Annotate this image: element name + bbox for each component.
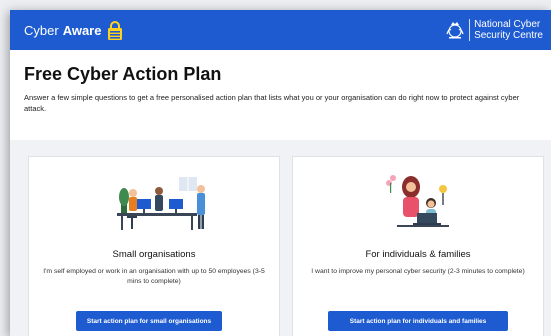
card-individuals-families: For individuals & families I want to imp…: [292, 156, 544, 336]
royal-crest-icon: [446, 22, 464, 39]
card-description: I'm self employed or work in an organisa…: [43, 268, 265, 285]
ncsc-logo[interactable]: National Cyber Security Centre: [445, 19, 543, 41]
office-team-illustration: [117, 177, 205, 230]
page-title: Free Cyber Action Plan: [24, 64, 222, 84]
card-small-organisations: Small organisations I'm self employed or…: [28, 156, 280, 336]
card-description: I want to improve my personal cyber secu…: [311, 268, 525, 275]
family-illustration: [386, 175, 449, 227]
ncsc-line1: National Cyber: [474, 19, 541, 30]
start-small-organisations-button[interactable]: Start action plan for small organisation…: [76, 311, 222, 331]
intro-section: Free Cyber Action Plan Answer a few simp…: [10, 50, 551, 114]
cyber-aware-logo[interactable]: Cyber Aware: [24, 20, 123, 40]
top-bar: Cyber Aware National Cyber Security Cent…: [10, 10, 551, 50]
brand-word1: Cyber: [24, 22, 59, 38]
cards-area: Small organisations I'm self employed or…: [10, 140, 551, 336]
start-individuals-families-button[interactable]: Start action plan for individuals and fa…: [328, 311, 508, 331]
page-description: Answer a few simple questions to get a f…: [24, 93, 520, 113]
padlock-icon: [108, 21, 123, 40]
card-title: Small organisations: [112, 249, 196, 260]
brand-word2: Aware: [62, 22, 102, 38]
ncsc-line2: Security Centre: [474, 30, 543, 41]
page: Cyber Aware National Cyber Security Cent…: [10, 10, 551, 336]
card-title: For individuals & families: [365, 249, 471, 260]
ncsc-text: National Cyber Security Centre: [469, 19, 543, 41]
